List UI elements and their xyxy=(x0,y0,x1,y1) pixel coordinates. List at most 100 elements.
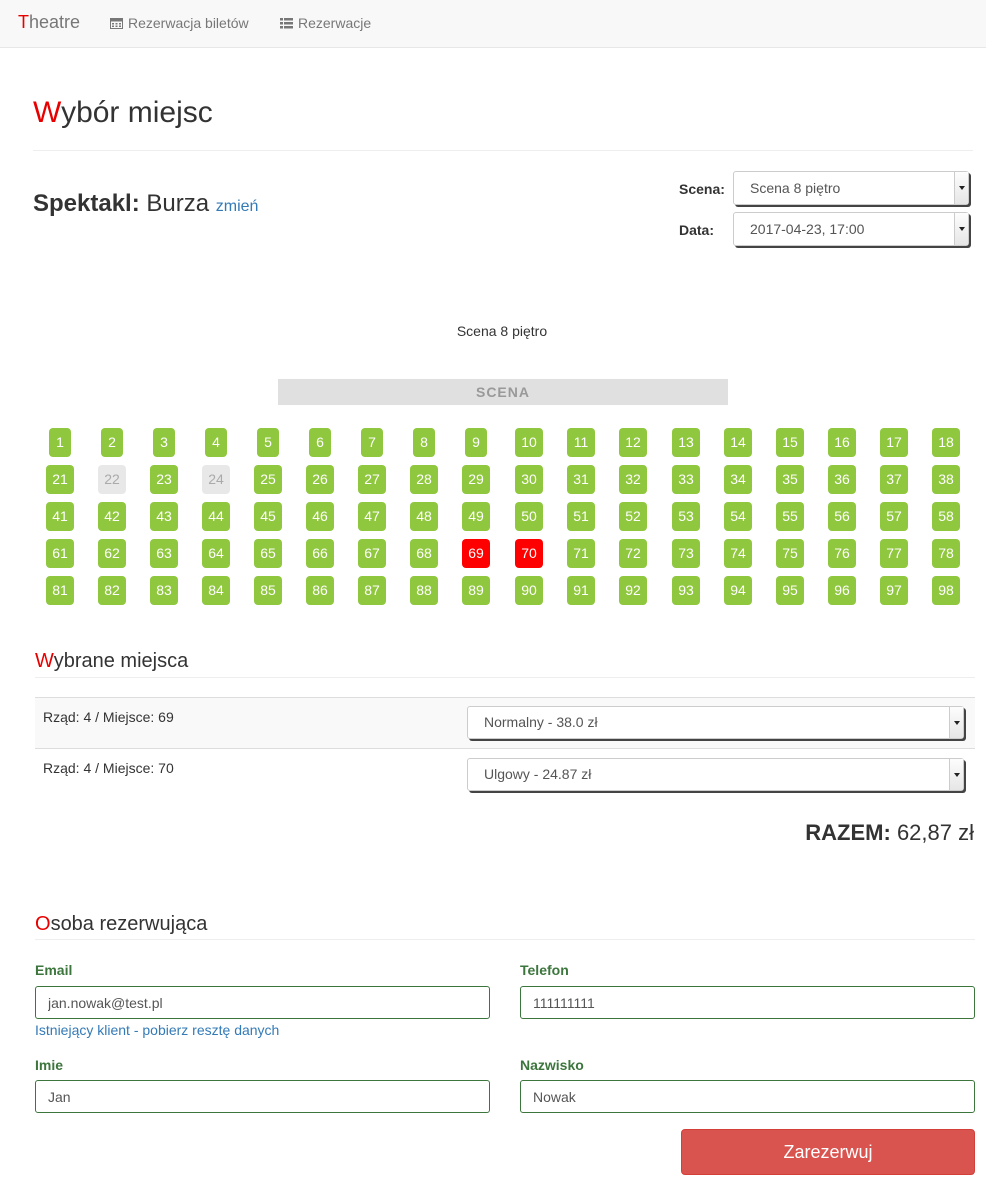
seat-65[interactable]: 65 xyxy=(254,539,282,568)
seat-63[interactable]: 63 xyxy=(150,539,178,568)
seat-4[interactable]: 4 xyxy=(205,428,227,457)
seat-96[interactable]: 96 xyxy=(828,576,856,605)
seat-6[interactable]: 6 xyxy=(309,428,331,457)
seat-90[interactable]: 90 xyxy=(515,576,543,605)
seat-30[interactable]: 30 xyxy=(515,465,543,494)
nav-item-ticket-booking[interactable]: Rezerwacja biletów xyxy=(110,15,249,31)
seat-48[interactable]: 48 xyxy=(410,502,438,531)
seat-97[interactable]: 97 xyxy=(880,576,908,605)
seat-42[interactable]: 42 xyxy=(98,502,126,531)
seat-81[interactable]: 81 xyxy=(46,576,74,605)
seat-18[interactable]: 18 xyxy=(932,428,960,457)
seat-14[interactable]: 14 xyxy=(724,428,752,457)
seat-31[interactable]: 31 xyxy=(567,465,595,494)
seat-75[interactable]: 75 xyxy=(776,539,804,568)
brand-logo[interactable]: Theatre xyxy=(18,12,80,33)
seat-8[interactable]: 8 xyxy=(413,428,435,457)
seat-54[interactable]: 54 xyxy=(724,502,752,531)
seat-73[interactable]: 73 xyxy=(672,539,700,568)
seat-85[interactable]: 85 xyxy=(254,576,282,605)
phone-field[interactable] xyxy=(520,986,975,1019)
seat-32[interactable]: 32 xyxy=(619,465,647,494)
seat-33[interactable]: 33 xyxy=(672,465,700,494)
seat-57[interactable]: 57 xyxy=(880,502,908,531)
seat-10[interactable]: 10 xyxy=(515,428,543,457)
seat-11[interactable]: 11 xyxy=(567,428,595,457)
reserve-button[interactable]: Zarezerwuj xyxy=(681,1129,975,1175)
seat-88[interactable]: 88 xyxy=(410,576,438,605)
seat-82[interactable]: 82 xyxy=(98,576,126,605)
seat-41[interactable]: 41 xyxy=(46,502,74,531)
seat-49[interactable]: 49 xyxy=(462,502,490,531)
seat-61[interactable]: 61 xyxy=(46,539,74,568)
seat-3[interactable]: 3 xyxy=(153,428,175,457)
seat-72[interactable]: 72 xyxy=(619,539,647,568)
seat-23[interactable]: 23 xyxy=(150,465,178,494)
seat-71[interactable]: 71 xyxy=(567,539,595,568)
seat-53[interactable]: 53 xyxy=(672,502,700,531)
seat-74[interactable]: 74 xyxy=(724,539,752,568)
seat-58[interactable]: 58 xyxy=(932,502,960,531)
seat-16[interactable]: 16 xyxy=(828,428,856,457)
seat-46[interactable]: 46 xyxy=(306,502,334,531)
seat-37[interactable]: 37 xyxy=(880,465,908,494)
seat-98[interactable]: 98 xyxy=(932,576,960,605)
seat-83[interactable]: 83 xyxy=(150,576,178,605)
seat-66[interactable]: 66 xyxy=(306,539,334,568)
seat-52[interactable]: 52 xyxy=(619,502,647,531)
seat-9[interactable]: 9 xyxy=(465,428,487,457)
seat-12[interactable]: 12 xyxy=(619,428,647,457)
seat-78[interactable]: 78 xyxy=(932,539,960,568)
seat-89[interactable]: 89 xyxy=(462,576,490,605)
seat-13[interactable]: 13 xyxy=(672,428,700,457)
seat-56[interactable]: 56 xyxy=(828,502,856,531)
seat-43[interactable]: 43 xyxy=(150,502,178,531)
seat-94[interactable]: 94 xyxy=(724,576,752,605)
seat-70[interactable]: 70 xyxy=(515,539,543,568)
seat-92[interactable]: 92 xyxy=(619,576,647,605)
seat-51[interactable]: 51 xyxy=(567,502,595,531)
seat-69[interactable]: 69 xyxy=(462,539,490,568)
seat-86[interactable]: 86 xyxy=(306,576,334,605)
nav-item-reservations[interactable]: Rezerwacje xyxy=(280,15,371,31)
seat-45[interactable]: 45 xyxy=(254,502,282,531)
seat-17[interactable]: 17 xyxy=(880,428,908,457)
seat-34[interactable]: 34 xyxy=(724,465,752,494)
seat-2[interactable]: 2 xyxy=(101,428,123,457)
change-show-link[interactable]: zmień xyxy=(216,198,259,215)
seat-95[interactable]: 95 xyxy=(776,576,804,605)
ticket-type-select[interactable]: Normalny - 38.0 zł xyxy=(467,706,964,739)
seat-77[interactable]: 77 xyxy=(880,539,908,568)
email-field[interactable] xyxy=(35,986,490,1019)
seat-15[interactable]: 15 xyxy=(776,428,804,457)
seat-87[interactable]: 87 xyxy=(358,576,386,605)
seat-28[interactable]: 28 xyxy=(410,465,438,494)
seat-5[interactable]: 5 xyxy=(257,428,279,457)
seat-35[interactable]: 35 xyxy=(776,465,804,494)
seat-29[interactable]: 29 xyxy=(462,465,490,494)
scene-select[interactable]: Scena 8 piętro xyxy=(733,171,969,205)
seat-36[interactable]: 36 xyxy=(828,465,856,494)
seat-26[interactable]: 26 xyxy=(306,465,334,494)
ticket-type-select[interactable]: Ulgowy - 24.87 zł xyxy=(467,758,964,791)
seat-55[interactable]: 55 xyxy=(776,502,804,531)
date-select[interactable]: 2017-04-23, 17:00 xyxy=(733,212,969,246)
seat-47[interactable]: 47 xyxy=(358,502,386,531)
existing-client-link[interactable]: Istniejący klient - pobierz resztę danyc… xyxy=(35,1022,279,1038)
seat-67[interactable]: 67 xyxy=(358,539,386,568)
seat-25[interactable]: 25 xyxy=(254,465,282,494)
seat-91[interactable]: 91 xyxy=(567,576,595,605)
seat-50[interactable]: 50 xyxy=(515,502,543,531)
seat-93[interactable]: 93 xyxy=(672,576,700,605)
seat-68[interactable]: 68 xyxy=(410,539,438,568)
seat-1[interactable]: 1 xyxy=(49,428,71,457)
seat-64[interactable]: 64 xyxy=(202,539,230,568)
seat-62[interactable]: 62 xyxy=(98,539,126,568)
seat-44[interactable]: 44 xyxy=(202,502,230,531)
last-name-field[interactable] xyxy=(520,1080,975,1113)
seat-76[interactable]: 76 xyxy=(828,539,856,568)
seat-21[interactable]: 21 xyxy=(46,465,74,494)
seat-84[interactable]: 84 xyxy=(202,576,230,605)
seat-7[interactable]: 7 xyxy=(361,428,383,457)
first-name-field[interactable] xyxy=(35,1080,490,1113)
